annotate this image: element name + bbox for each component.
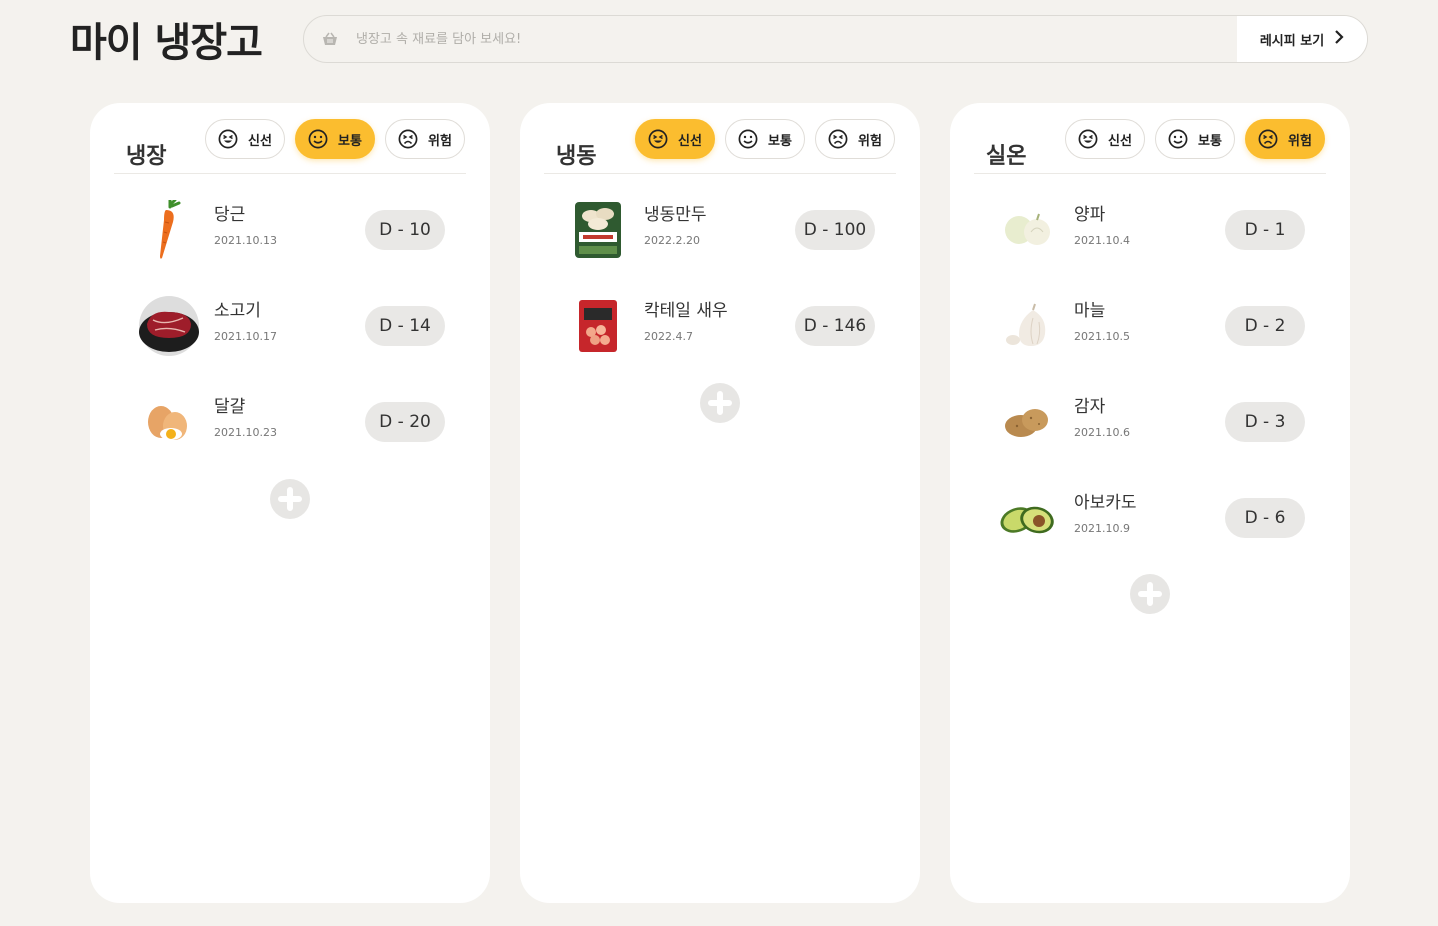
panel-title: 실온: [986, 144, 1027, 169]
normal-face-icon: [308, 129, 328, 149]
dday-badge: D - 2: [1225, 306, 1305, 346]
garlic-icon: [995, 296, 1059, 356]
list-item[interactable]: 냉동만두 2022.2.20 D - 100: [565, 198, 875, 262]
filter-fresh-button[interactable]: 신선: [205, 119, 285, 159]
recipe-button-label: 레시피 보기: [1259, 33, 1325, 49]
item-name: 양파: [1074, 205, 1106, 225]
list-item[interactable]: 마늘 2021.10.5 D - 2: [995, 294, 1305, 358]
dday-badge: D - 3: [1225, 402, 1305, 442]
item-name: 감자: [1074, 397, 1106, 417]
filter-label: 보통: [338, 133, 362, 149]
item-date: 2021.10.23: [214, 426, 277, 439]
fresh-face-icon: [648, 129, 668, 149]
item-date: 2021.10.4: [1074, 234, 1130, 247]
filter-label: 보통: [1198, 133, 1222, 149]
item-date: 2021.10.6: [1074, 426, 1130, 439]
panel-title: 냉장: [126, 144, 167, 169]
add-item-button[interactable]: [1130, 574, 1170, 614]
list-item[interactable]: 당근 2021.10.13 D - 10: [135, 198, 445, 262]
search-bar: 레시피 보기: [303, 15, 1368, 63]
list-item[interactable]: 감자 2021.10.6 D - 3: [995, 390, 1305, 454]
chevron-right-icon: [1334, 30, 1344, 48]
danger-face-icon: [828, 129, 848, 149]
plus-icon: [708, 391, 732, 415]
panel-room-temperature: 실온 신선 보통 위험 양파 2021.10.4 D - 1 마늘 2021.1…: [950, 103, 1350, 903]
plus-icon: [1138, 582, 1162, 606]
filter-label: 신선: [248, 133, 272, 149]
item-date: 2021.10.17: [214, 330, 277, 343]
panel-frozen: 냉동 신선 보통 위험 냉동만두 2022.2.20 D - 100 칵테일 새…: [520, 103, 920, 903]
filter-label: 위험: [858, 133, 882, 149]
item-name: 아보카도: [1074, 493, 1137, 513]
plus-icon: [278, 487, 302, 511]
normal-face-icon: [1168, 129, 1188, 149]
dday-badge: D - 14: [365, 306, 445, 346]
beef-icon: [135, 296, 199, 356]
item-name: 냉동만두: [644, 205, 707, 225]
dday-badge: D - 10: [365, 210, 445, 250]
panel-title: 냉동: [556, 144, 597, 169]
fresh-face-icon: [218, 129, 238, 149]
filter-danger-button[interactable]: 위험: [815, 119, 895, 159]
filter-label: 위험: [1288, 133, 1312, 149]
item-date: 2021.10.13: [214, 234, 277, 247]
item-name: 칵테일 새우: [644, 301, 728, 321]
egg-icon: [135, 392, 199, 452]
danger-face-icon: [398, 129, 418, 149]
filter-normal-button[interactable]: 보통: [725, 119, 805, 159]
panel-refrigerated: 냉장 신선 보통 위험 당근 2021.10.13 D - 10 소고기 202…: [90, 103, 490, 903]
add-item-button[interactable]: [700, 383, 740, 423]
fresh-face-icon: [1078, 129, 1098, 149]
dday-badge: D - 100: [795, 210, 875, 250]
item-date: 2021.10.5: [1074, 330, 1130, 343]
filter-label: 신선: [678, 133, 702, 149]
item-name: 마늘: [1074, 301, 1106, 321]
panel-header: 실온 신선 보통 위험: [974, 119, 1326, 174]
item-name: 소고기: [214, 301, 261, 321]
carrot-icon: [135, 200, 199, 260]
item-date: 2022.4.7: [644, 330, 693, 343]
panel-header: 냉장 신선 보통 위험: [114, 119, 466, 174]
basket-icon: [322, 30, 340, 48]
dday-badge: D - 1: [1225, 210, 1305, 250]
list-item[interactable]: 아보카도 2021.10.9 D - 6: [995, 486, 1305, 550]
list-item[interactable]: 양파 2021.10.4 D - 1: [995, 198, 1305, 262]
search-input[interactable]: [340, 16, 1237, 62]
danger-face-icon: [1258, 129, 1278, 149]
item-date: 2022.2.20: [644, 234, 700, 247]
add-item-button[interactable]: [270, 479, 310, 519]
app-title: 마이 냉장고: [70, 20, 263, 66]
filter-danger-button[interactable]: 위험: [385, 119, 465, 159]
item-name: 당근: [214, 205, 246, 225]
filter-normal-button[interactable]: 보통: [1155, 119, 1235, 159]
dumpling-package-icon: [565, 200, 629, 260]
dday-badge: D - 146: [795, 306, 875, 346]
filter-label: 위험: [428, 133, 452, 149]
dday-badge: D - 20: [365, 402, 445, 442]
filter-label: 신선: [1108, 133, 1132, 149]
panel-header: 냉동 신선 보통 위험: [544, 119, 896, 174]
item-date: 2021.10.9: [1074, 522, 1130, 535]
filter-fresh-button[interactable]: 신선: [635, 119, 715, 159]
list-item[interactable]: 칵테일 새우 2022.4.7 D - 146: [565, 294, 875, 358]
filter-label: 보통: [768, 133, 792, 149]
filter-fresh-button[interactable]: 신선: [1065, 119, 1145, 159]
filter-danger-button[interactable]: 위험: [1245, 119, 1325, 159]
list-item[interactable]: 소고기 2021.10.17 D - 14: [135, 294, 445, 358]
dday-badge: D - 6: [1225, 498, 1305, 538]
shrimp-package-icon: [565, 296, 629, 356]
onion-icon: [995, 200, 1059, 260]
list-item[interactable]: 달걀 2021.10.23 D - 20: [135, 390, 445, 454]
filter-normal-button[interactable]: 보통: [295, 119, 375, 159]
avocado-icon: [995, 488, 1059, 548]
potato-icon: [995, 392, 1059, 452]
normal-face-icon: [738, 129, 758, 149]
item-name: 달걀: [214, 397, 246, 417]
recipe-button[interactable]: 레시피 보기: [1237, 16, 1367, 62]
